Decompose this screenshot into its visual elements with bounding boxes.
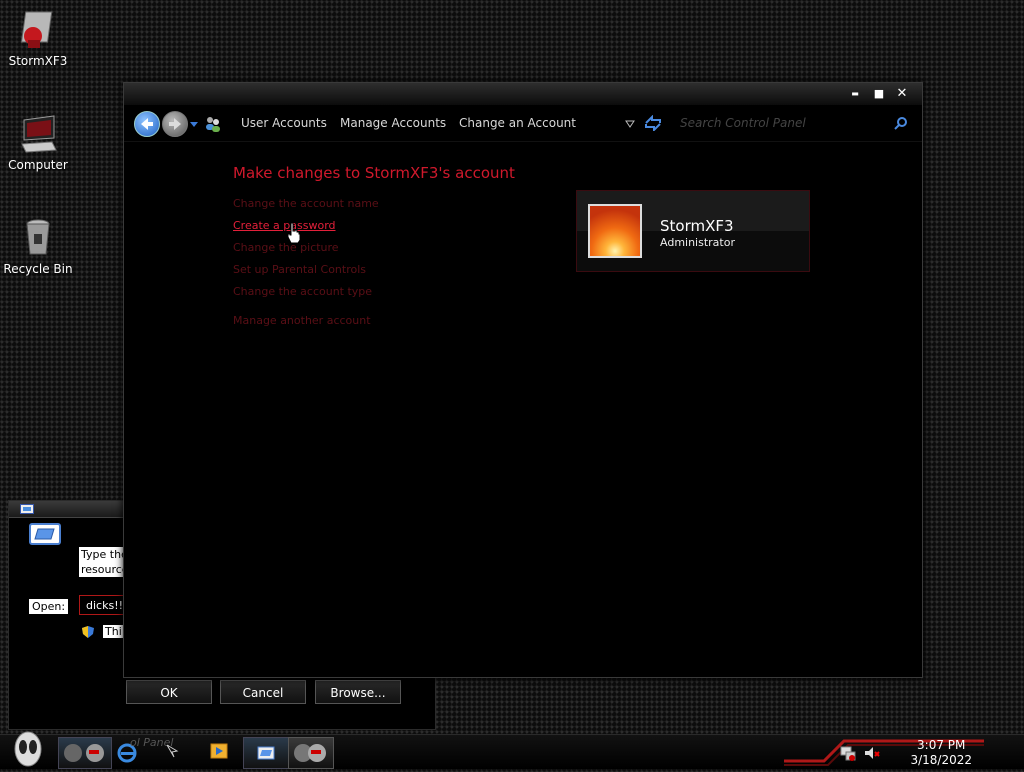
history-dropdown-icon[interactable]: [190, 122, 198, 128]
maximize-button[interactable]: ■: [872, 87, 886, 101]
desktop-icon-label: StormXF3: [8, 54, 68, 68]
desktop-icon-label: Computer: [8, 158, 68, 172]
task-change-type[interactable]: Change the account type: [233, 285, 372, 298]
network-icon[interactable]: [840, 745, 856, 761]
run-title-icon: [20, 504, 34, 514]
media-player-icon[interactable]: [210, 743, 230, 761]
start-orb-icon: [14, 731, 42, 767]
user-accounts-taskbar-icon: [64, 744, 104, 762]
desktop-icon-computer[interactable]: Computer: [0, 114, 76, 172]
cancel-button[interactable]: Cancel: [220, 680, 306, 704]
task-parental-controls[interactable]: Set up Parental Controls: [233, 263, 366, 276]
desktop-icon-label: Recycle Bin: [3, 262, 73, 276]
page-title: Make changes to StormXF3's account: [233, 164, 515, 182]
taskbar-button-run[interactable]: [243, 737, 289, 769]
breadcrumb-user-accounts[interactable]: User Accounts: [241, 116, 327, 130]
hand-cursor-icon: [287, 222, 301, 244]
close-button[interactable]: ✕: [895, 87, 909, 101]
minimize-button[interactable]: ▬: [848, 87, 862, 101]
taskbar: ol Panel 3:07 PM 3/18/2022: [0, 731, 1024, 769]
task-create-password[interactable]: Create a password: [233, 219, 336, 232]
control-panel-window: ▬ ■ ✕ User Accounts Manage Accounts Chan…: [123, 82, 923, 678]
account-avatar: [588, 204, 642, 258]
search-icon[interactable]: [894, 116, 908, 130]
address-dropdown-icon[interactable]: [625, 120, 635, 128]
taskbar-button-users[interactable]: [58, 737, 112, 769]
forward-button[interactable]: [162, 111, 188, 137]
account-card: StormXF3 Administrator: [576, 190, 810, 272]
open-label: Open:: [29, 599, 69, 614]
clock-date: 3/18/2022: [910, 753, 972, 767]
recycle-bin-icon: [18, 218, 58, 258]
uac-shield-icon: [81, 625, 95, 639]
pointer-icon[interactable]: [165, 743, 179, 759]
computer-icon: [18, 114, 58, 154]
user-folder-icon: [18, 10, 58, 50]
address-bar: User Accounts Manage Accounts Change an …: [124, 105, 922, 141]
back-arrow-icon: [141, 118, 153, 130]
task-change-name[interactable]: Change the account name: [233, 197, 379, 210]
desktop-icon-recycle-bin[interactable]: Recycle Bin: [0, 218, 76, 276]
user-accounts-icon: [206, 117, 220, 132]
run-taskbar-icon: [257, 746, 275, 760]
refresh-icon[interactable]: [644, 115, 662, 131]
search-input[interactable]: Search Control Panel: [674, 113, 914, 133]
task-manage-another[interactable]: Manage another account: [233, 314, 371, 327]
run-program-icon: [29, 523, 61, 545]
volume-muted-icon[interactable]: [864, 745, 880, 761]
back-button[interactable]: [134, 111, 160, 137]
clock-time: 3:07 PM: [917, 738, 966, 752]
forward-arrow-icon: [169, 118, 181, 130]
content-area: Make changes to StormXF3's account Chang…: [124, 141, 922, 672]
browse-button[interactable]: Browse...: [315, 680, 401, 704]
start-button[interactable]: [8, 729, 48, 769]
system-clock[interactable]: 3:07 PM 3/18/2022: [910, 738, 972, 768]
account-role: Administrator: [660, 236, 735, 249]
breadcrumb-manage-accounts[interactable]: Manage Accounts: [340, 116, 446, 130]
breadcrumb-change-account[interactable]: Change an Account: [459, 116, 576, 130]
desktop-icon-stormxf3[interactable]: StormXF3: [0, 10, 76, 68]
ok-button[interactable]: OK: [126, 680, 212, 704]
account-name: StormXF3: [660, 217, 734, 235]
window-titlebar[interactable]: ▬ ■ ✕: [124, 83, 922, 105]
taskbar-button-control-panel[interactable]: [288, 737, 334, 769]
control-panel-taskbar-icon: [294, 744, 326, 762]
uac-note: Thi: [103, 625, 124, 638]
